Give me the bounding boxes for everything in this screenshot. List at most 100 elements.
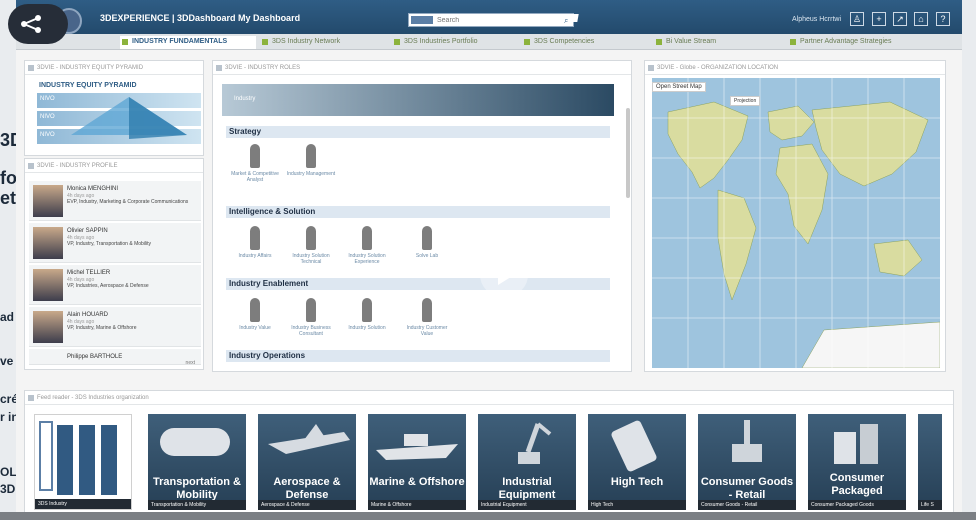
person-icon — [250, 226, 260, 250]
feed-tile-marine[interactable]: Marine & Offshore Marine & Offshore — [368, 414, 466, 510]
feed-tile-consumer-goods[interactable]: Consumer Goods - Retail Consumer Goods -… — [698, 414, 796, 510]
background-text-3: et — [0, 188, 17, 208]
person-role: VP, Industry, Transportation & Mobility — [67, 241, 152, 247]
person-icon — [306, 144, 316, 168]
feed-tile-3ds-industry[interactable]: 3DS Industry — [34, 414, 132, 510]
role-label: Industry Solution Technical — [292, 253, 330, 265]
feed-tile-life-sciences[interactable]: Life S — [918, 414, 942, 510]
role-item[interactable]: Industry Customer Value — [402, 298, 452, 337]
tile-caption: Marine & Offshore — [368, 500, 466, 510]
pyramid-level-label: NIVO — [40, 96, 55, 102]
roles-panel-title: 3DVIE - INDUSTRY ROLES — [213, 61, 631, 75]
person-role: VP, Industries, Aerospace & Defense — [67, 283, 149, 289]
help-icon[interactable]: ? — [936, 12, 950, 26]
home-icon[interactable]: ⌂ — [914, 12, 928, 26]
profile-card[interactable]: Michel TELLIER 4h days ago VP, Industrie… — [29, 265, 201, 305]
role-item[interactable]: Industry Solution Experience — [342, 226, 392, 265]
role-item[interactable]: Industry Affairs — [230, 226, 280, 259]
top-bar: 3DEXPERIENCE | 3DDashboard My Dashboard … — [16, 0, 962, 34]
person-icon[interactable]: ♙ — [850, 12, 864, 26]
video-progress-bar[interactable] — [0, 512, 976, 520]
background-text-8: OL — [0, 465, 17, 479]
tab-industry-network[interactable]: 3DS Industry Network — [260, 36, 386, 49]
role-item[interactable]: Solve Lab — [402, 226, 452, 259]
feed-tile-high-tech[interactable]: High Tech High Tech — [588, 414, 686, 510]
profile-card[interactable]: Olivier SAPPIN 4h days ago VP, Industry,… — [29, 223, 201, 263]
share-button[interactable] — [8, 4, 68, 44]
device-icon — [611, 420, 657, 472]
tile-title: Transportation & Mobility — [152, 476, 241, 501]
tile-caption: Industrial Equipment — [478, 500, 576, 510]
tag-icon[interactable] — [567, 14, 579, 22]
feed-tile-industrial[interactable]: Industrial Equipment Industrial Equipmen… — [478, 414, 576, 510]
role-item[interactable]: Industry Business Consultant — [286, 298, 336, 337]
role-label: Industry Business Consultant — [291, 325, 331, 337]
background-text-5: ve — [0, 354, 14, 368]
roles-section-title: Industry Enablement — [226, 278, 610, 290]
user-name[interactable]: Alpheus Hcrrtwi — [792, 16, 841, 23]
tab-value-stream[interactable]: Bi Value Stream — [654, 36, 764, 49]
tile-title: Consumer Packaged — [829, 472, 885, 497]
tab-industry-fundamentals[interactable]: INDUSTRY FUNDAMENTALS — [120, 36, 256, 49]
person-name: Alain HOUARD — [67, 312, 109, 318]
tile-title: Industrial Equipment — [498, 476, 556, 501]
role-label: Solve Lab — [415, 253, 439, 259]
role-label: Industry Affairs — [238, 253, 272, 259]
roles-section-title: Industry Operations — [226, 350, 610, 362]
avatar — [33, 185, 63, 217]
next-link[interactable]: next — [186, 360, 195, 366]
world-map[interactable] — [652, 78, 940, 368]
tile-title: Consumer Goods - Retail — [700, 476, 794, 501]
play-button[interactable] — [480, 254, 528, 296]
feed-tile-aerospace[interactable]: Aerospace & Defense Aerospace & Defense — [258, 414, 356, 510]
background-text-9: 3D — [0, 482, 16, 496]
tile-title: Marine & Offshore — [369, 476, 465, 488]
background-text-4: ad — [0, 310, 15, 324]
person-icon — [362, 226, 372, 250]
profile-panel: 3DVIE - INDUSTRY PROFILE Monica MENGHINI… — [24, 158, 204, 370]
robot-arm-icon — [518, 422, 552, 464]
profile-card[interactable]: Alain HOUARD 4h days ago VP, Industry, M… — [29, 307, 201, 347]
search-scope-chip[interactable] — [411, 16, 433, 24]
role-item[interactable]: Industry Value — [230, 298, 280, 331]
3dim-logo — [39, 421, 53, 491]
avatar — [33, 311, 63, 343]
person-icon — [250, 144, 260, 168]
pyramid-level-label: NIVO — [40, 114, 55, 120]
tile-caption: Consumer Goods - Retail — [698, 500, 796, 510]
tab-competencies[interactable]: 3DS Competencies — [522, 36, 648, 49]
role-item[interactable]: Market & Competitive Analyst — [230, 144, 280, 183]
package-icon — [834, 424, 878, 464]
pyramid-panel: 3DVIE - INDUSTRY EQUITY PYRAMID INDUSTRY… — [24, 60, 204, 156]
tab-industries-portfolio[interactable]: 3DS Industries Portfolio — [392, 36, 518, 49]
industry-icon-grid — [57, 425, 123, 495]
person-name: Philippe BARTHOLE — [67, 354, 123, 360]
person-icon — [250, 298, 260, 322]
map-source-button[interactable]: Open Street Map — [652, 82, 706, 92]
profile-card[interactable]: Philippe BARTHOLE — [29, 349, 201, 365]
feed-tile-consumer-packaged[interactable]: Consumer Packaged Consumer Packaged Good… — [808, 414, 906, 510]
role-label: Industry Solution Experience — [348, 253, 386, 265]
role-label: Industry Solution — [348, 325, 386, 331]
map-style-button[interactable]: Projection — [730, 96, 761, 106]
tile-caption: High Tech — [588, 500, 686, 510]
feed-tile-transportation[interactable]: Transportation & Mobility Transportation… — [148, 414, 246, 510]
profile-card[interactable]: Monica MENGHINI 4h days ago EVP, Industr… — [29, 181, 201, 221]
brand-title: 3DEXPERIENCE | 3DDashboard My Dashboard — [100, 13, 301, 23]
role-item[interactable]: Industry Solution — [342, 298, 392, 331]
roles-section-title: Intelligence & Solution — [226, 206, 610, 218]
search-box[interactable]: ⌕ — [408, 13, 574, 27]
role-label: Market & Competitive Analyst — [231, 171, 279, 183]
tile-title: Aerospace & Defense — [273, 476, 341, 501]
person-icon — [306, 226, 316, 250]
avatar — [33, 227, 63, 259]
share-icon[interactable]: ↗ — [893, 12, 907, 26]
plus-icon[interactable]: + — [872, 12, 886, 26]
person-icon — [422, 226, 432, 250]
role-item[interactable]: Industry Solution Technical — [286, 226, 336, 265]
search-input[interactable] — [437, 14, 547, 26]
role-item[interactable]: Industry Management — [286, 144, 336, 177]
tab-partner-strategies[interactable]: Partner Advantage Strategies — [788, 36, 922, 49]
roles-header-label: Industry — [234, 96, 256, 102]
roles-scrollbar[interactable] — [626, 108, 630, 198]
